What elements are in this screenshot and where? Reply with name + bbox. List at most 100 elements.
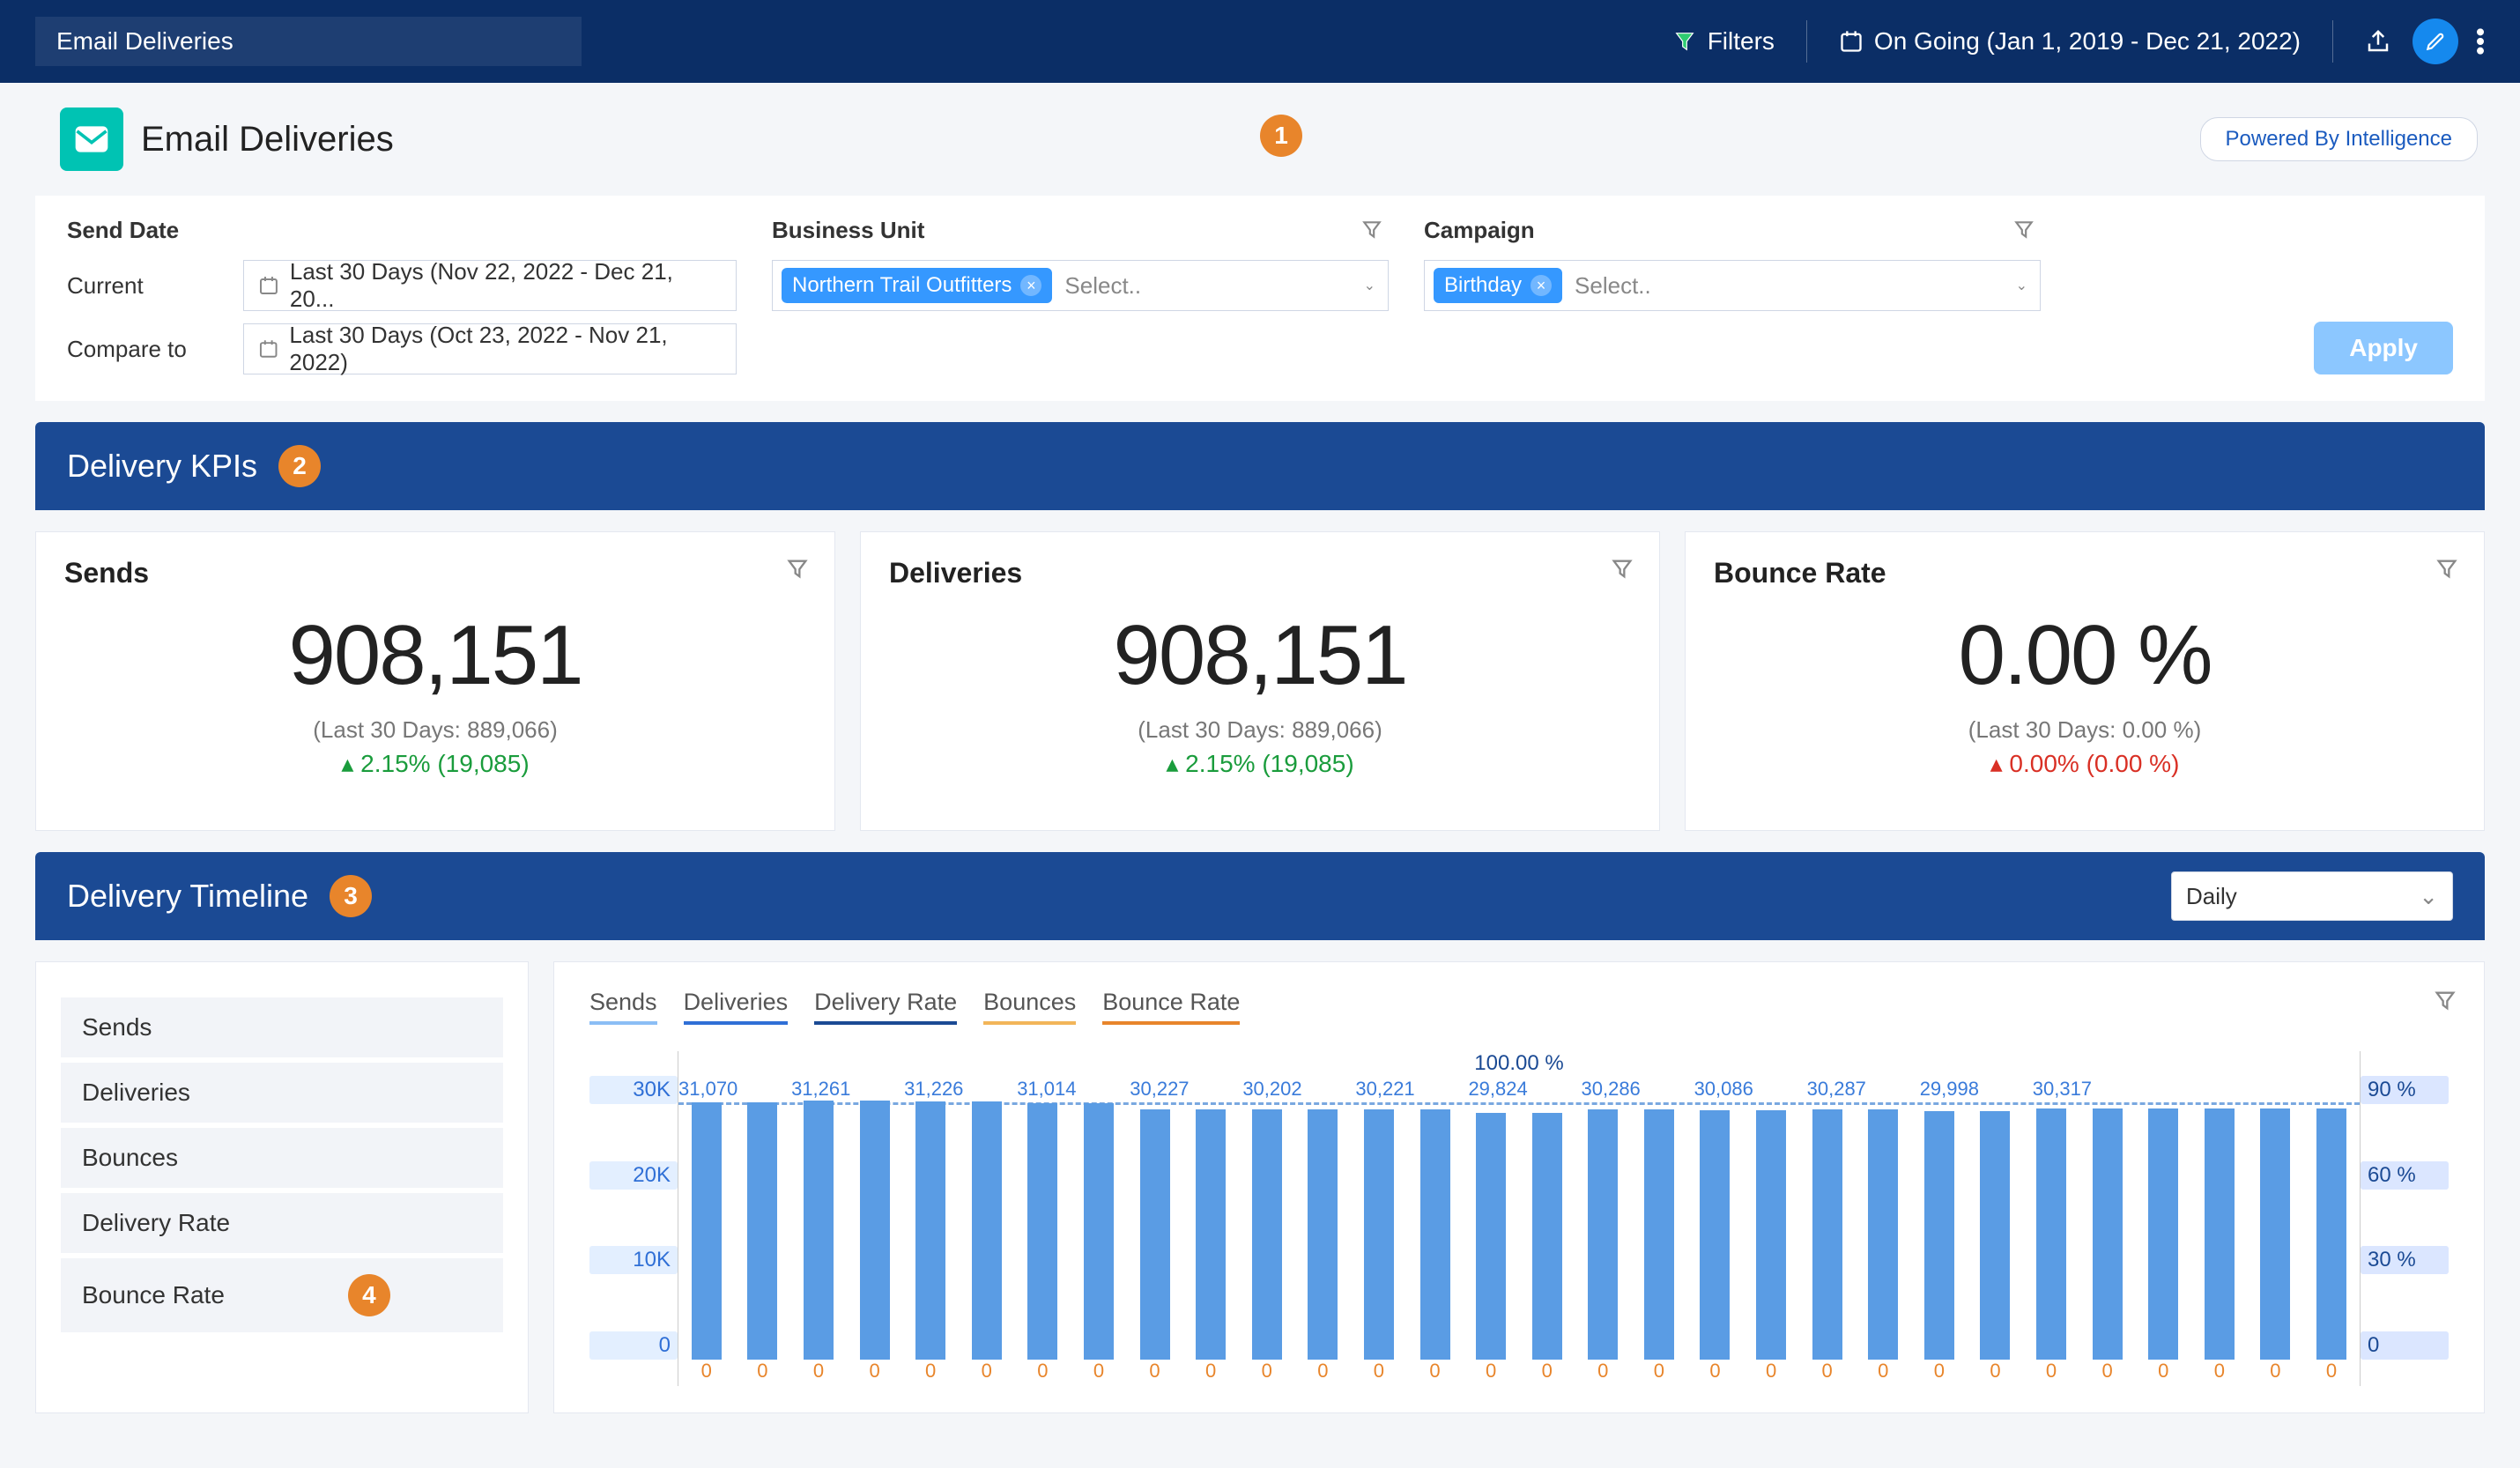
chart-bar[interactable] bbox=[1027, 1103, 1057, 1360]
chart-filter-icon[interactable] bbox=[2433, 989, 2457, 1018]
chevron-down-icon: ⌄ bbox=[1364, 277, 1375, 294]
powered-by-button[interactable]: Powered By Intelligence bbox=[2200, 117, 2478, 161]
y-axis-right: 90 %60 %30 %0 bbox=[2361, 1051, 2449, 1386]
chart-bar[interactable] bbox=[972, 1101, 1002, 1360]
kpi-filter-icon[interactable] bbox=[1610, 557, 1634, 586]
bu-chip[interactable]: Northern Trail Outfitters× bbox=[782, 268, 1052, 303]
chart-bar[interactable] bbox=[2260, 1108, 2290, 1360]
more-menu[interactable] bbox=[2458, 20, 2485, 63]
chart-bar[interactable] bbox=[1252, 1109, 1282, 1360]
y-axis-left: 30K20K10K0 bbox=[589, 1051, 678, 1386]
page-title: Email Deliveries bbox=[141, 120, 394, 159]
edit-button[interactable] bbox=[2413, 19, 2458, 64]
chart-bar[interactable] bbox=[1644, 1109, 1674, 1360]
date-range-button[interactable]: On Going (Jan 1, 2019 - Dec 21, 2022) bbox=[1818, 20, 2322, 63]
apply-button[interactable]: Apply bbox=[2314, 322, 2453, 374]
remove-chip-icon[interactable]: × bbox=[1531, 275, 1552, 296]
chart-bar[interactable] bbox=[1476, 1113, 1506, 1360]
kpi-value: 0.00 % bbox=[1714, 607, 2456, 704]
chart-plot-area: 100.00 % 31,07031,26131,22631,01430,2273… bbox=[678, 1051, 2361, 1386]
current-date-input[interactable]: Last 30 Days (Nov 22, 2022 - Dec 21, 20.… bbox=[243, 260, 737, 311]
chart-bar[interactable] bbox=[2205, 1108, 2235, 1360]
kpi-card: Sends 908,151 (Last 30 Days: 889,066) ▴ … bbox=[35, 531, 835, 831]
business-unit-label: Business Unit bbox=[772, 217, 1389, 244]
kpi-row: Sends 908,151 (Last 30 Days: 889,066) ▴ … bbox=[35, 531, 2485, 831]
remove-chip-icon[interactable]: × bbox=[1020, 275, 1041, 296]
chart-bar[interactable] bbox=[2093, 1108, 2123, 1360]
kpi-title: Sends bbox=[64, 557, 806, 589]
kpi-filter-icon[interactable] bbox=[2435, 557, 2459, 586]
timeline-chart-panel: Sends Deliveries Delivery Rate Bounces B… bbox=[553, 961, 2485, 1413]
timeline-metric-item[interactable]: Delivery Rate bbox=[61, 1193, 503, 1253]
business-unit-select[interactable]: Northern Trail Outfitters× Select.. ⌄ bbox=[772, 260, 1389, 311]
granularity-select[interactable]: Daily ⌄ bbox=[2171, 871, 2453, 921]
legend-delivery-rate[interactable]: Delivery Rate bbox=[814, 989, 957, 1025]
chart-bar[interactable] bbox=[1084, 1103, 1114, 1360]
timeline-metric-item[interactable]: Bounce Rate4 bbox=[61, 1258, 503, 1332]
bu-filter-icon[interactable] bbox=[1360, 219, 1383, 246]
annotation-4: 4 bbox=[348, 1274, 390, 1316]
share-button[interactable] bbox=[2344, 21, 2413, 62]
send-date-label: Send Date bbox=[67, 217, 737, 244]
campaign-filter-icon[interactable] bbox=[2012, 219, 2035, 246]
kpi-delta: ▴ 2.15% (19,085) bbox=[889, 749, 1631, 778]
legend-bounces[interactable]: Bounces bbox=[983, 989, 1076, 1025]
kpi-subtext: (Last 30 Days: 889,066) bbox=[64, 716, 806, 744]
legend-bounce-rate[interactable]: Bounce Rate bbox=[1102, 989, 1240, 1025]
date-range-label: On Going (Jan 1, 2019 - Dec 21, 2022) bbox=[1874, 27, 2301, 56]
kpi-title: Bounce Rate bbox=[1714, 557, 2456, 589]
delivery-rate-value: 100.00 % bbox=[1474, 1051, 1563, 1076]
chart-bar[interactable] bbox=[1196, 1109, 1226, 1360]
chart-bar[interactable] bbox=[860, 1101, 890, 1360]
annotation-1: 1 bbox=[1260, 115, 1302, 157]
chart-bar[interactable] bbox=[1364, 1109, 1394, 1360]
chart-bar[interactable] bbox=[2148, 1108, 2178, 1360]
kpi-value: 908,151 bbox=[64, 607, 806, 704]
chart-bar[interactable] bbox=[915, 1101, 945, 1360]
chart-bar[interactable] bbox=[2316, 1108, 2346, 1360]
chart-bar[interactable] bbox=[1532, 1113, 1562, 1360]
delivery-kpis-header: Delivery KPIs 2 bbox=[35, 422, 2485, 510]
campaign-select[interactable]: Birthday× Select.. ⌄ bbox=[1424, 260, 2041, 311]
kpi-filter-icon[interactable] bbox=[785, 557, 810, 586]
chart-bar[interactable] bbox=[1700, 1110, 1730, 1360]
annotation-3: 3 bbox=[330, 875, 372, 917]
chart-legend: Sends Deliveries Delivery Rate Bounces B… bbox=[589, 989, 2449, 1025]
legend-deliveries[interactable]: Deliveries bbox=[684, 989, 789, 1025]
section-title: Delivery Timeline bbox=[67, 878, 308, 915]
chart-bar[interactable] bbox=[804, 1101, 834, 1360]
chart-bar[interactable] bbox=[1812, 1109, 1842, 1360]
topbar: Filters On Going (Jan 1, 2019 - Dec 21, … bbox=[0, 0, 2520, 83]
chart-bar[interactable] bbox=[692, 1102, 722, 1360]
chart-bar[interactable] bbox=[1756, 1110, 1786, 1360]
chevron-down-icon: ⌄ bbox=[2419, 883, 2438, 910]
chart-bar[interactable] bbox=[1868, 1109, 1898, 1360]
chevron-down-icon: ⌄ bbox=[2016, 277, 2027, 294]
campaign-label: Campaign bbox=[1424, 217, 2041, 244]
chart-bar[interactable] bbox=[747, 1102, 777, 1360]
filters-label: Filters bbox=[1708, 27, 1775, 56]
kpi-subtext: (Last 30 Days: 0.00 %) bbox=[1714, 716, 2456, 744]
timeline-metric-item[interactable]: Bounces bbox=[61, 1128, 503, 1188]
chart-bar[interactable] bbox=[1924, 1111, 1954, 1360]
chart-bar[interactable] bbox=[1980, 1111, 2010, 1360]
chart-bar[interactable] bbox=[1420, 1109, 1450, 1360]
chart-bar[interactable] bbox=[1308, 1109, 1338, 1360]
legend-sends[interactable]: Sends bbox=[589, 989, 657, 1025]
chart-bar[interactable] bbox=[1140, 1109, 1170, 1360]
kpi-delta: ▴ 0.00% (0.00 %) bbox=[1714, 749, 2456, 778]
page-title-input[interactable] bbox=[35, 17, 582, 66]
compare-date-input[interactable]: Last 30 Days (Oct 23, 2022 - Nov 21, 202… bbox=[243, 323, 737, 374]
compare-label: Compare to bbox=[67, 336, 243, 363]
timeline-metric-item[interactable]: Deliveries bbox=[61, 1063, 503, 1123]
campaign-chip[interactable]: Birthday× bbox=[1434, 268, 1562, 303]
filters-button[interactable]: Filters bbox=[1651, 20, 1796, 63]
timeline-metric-item[interactable]: Sends bbox=[61, 997, 503, 1057]
page-header: Email Deliveries 1 Powered By Intelligen… bbox=[0, 83, 2520, 196]
kpi-title: Deliveries bbox=[889, 557, 1631, 589]
email-icon bbox=[60, 108, 123, 171]
kpi-card: Bounce Rate 0.00 % (Last 30 Days: 0.00 %… bbox=[1685, 531, 2485, 831]
current-label: Current bbox=[67, 272, 243, 300]
chart-bar[interactable] bbox=[2036, 1108, 2066, 1360]
chart-bar[interactable] bbox=[1588, 1109, 1618, 1360]
